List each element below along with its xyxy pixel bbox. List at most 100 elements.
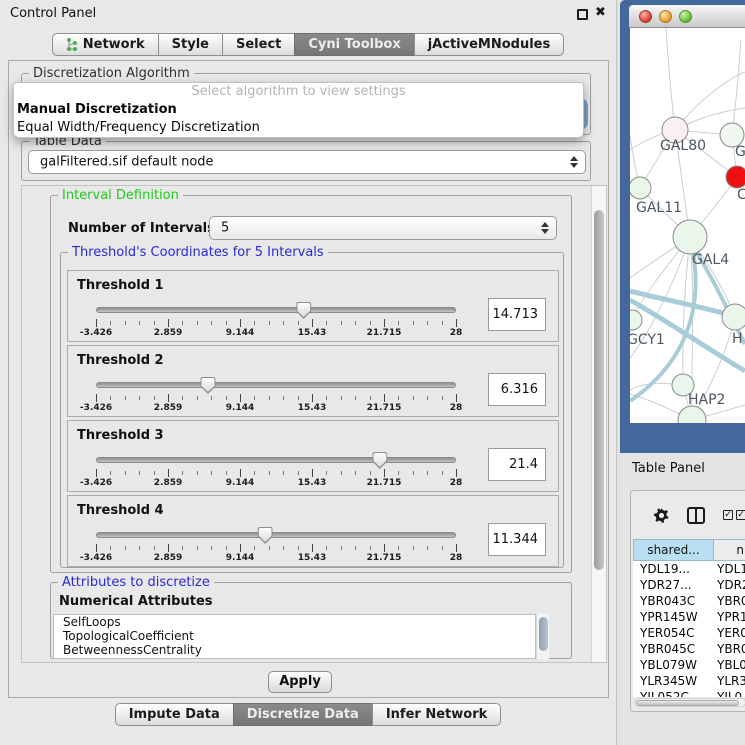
close-icon[interactable]: ✖ [595,5,606,20]
cyni-toolbox-pane: Discretization Algorithm Select algorith… [8,60,609,698]
threshold-slider[interactable] [96,457,456,463]
threshold-slider[interactable] [96,382,456,388]
slider-ticks [96,394,456,402]
top-tab-bar: Network Style Select Cyni Toolbox jActiv… [0,33,616,56]
tab-impute-data[interactable]: Impute Data [115,703,234,726]
threshold-panel: Threshold 4 -3.4262.8599.14415.4321.7152… [67,495,559,567]
checkbox-icon[interactable]: ✓ [736,510,745,520]
threshold-value-field[interactable]: 14.713 [488,298,546,331]
tab-select[interactable]: Select [222,33,295,56]
numerical-attributes-label: Numerical Attributes [59,594,213,609]
dropdown-hint: Select algorithm to view settings [14,83,583,101]
table-header-row: shared... n [633,539,745,561]
slider-ticks [96,544,456,552]
tab-network[interactable]: Network [52,33,159,56]
scrollbar-thumb[interactable] [636,700,739,706]
table-row[interactable]: YLR345WYLR3 [633,673,745,689]
table-data-combobox[interactable]: galFiltered.sif default node [28,150,586,174]
table-row[interactable]: YDR27...YDR2 [633,577,745,593]
threshold-slider[interactable] [96,532,456,538]
slider-handle[interactable] [200,377,215,394]
tab-infer-network[interactable]: Infer Network [372,703,501,726]
split-columns-icon[interactable] [687,507,705,524]
network-node-gal4[interactable] [673,220,707,254]
attributes-list-scrollbar[interactable] [536,614,549,659]
scrollbar-thumb[interactable] [594,210,604,570]
network-window-titlebar [629,5,745,28]
screen: Control Panel ✖ Network Style Select Cyn… [0,0,745,745]
network-node-gcy1[interactable] [630,310,642,330]
control-panel: Control Panel ✖ Network Style Select Cyn… [0,0,617,745]
column-header-name[interactable]: n [714,539,745,561]
scrollbar-thumb[interactable] [539,617,548,651]
checkbox-icon[interactable]: ✓ [723,510,733,520]
table-row[interactable]: YDL19...YDL1 [633,561,745,577]
discretization-algorithm-title: Discretization Algorithm [29,66,194,81]
attribute-list-item[interactable]: SelfLoops [54,615,535,629]
table-row[interactable]: YPR145WYPR1 [633,609,745,625]
apply-button[interactable]: Apply [268,671,332,693]
dropdown-option-manual[interactable]: Manual Discretization [14,101,583,119]
network-node-gal11[interactable] [630,177,651,199]
tab-cyni-toolbox[interactable]: Cyni Toolbox [294,33,414,56]
tab-jactivemnodules[interactable]: jActiveMNodules [414,33,565,56]
network-canvas[interactable]: GAL80GACGAL11GAL4GCY1HHAP2 [630,28,745,423]
network-edge[interactable] [732,40,741,135]
vertical-scrollbar[interactable] [591,186,606,662]
tab-discretize-data[interactable]: Discretize Data [233,703,373,726]
threshold-panel: Threshold 1 -3.4262.8599.14415.4321.7152… [67,270,559,342]
number-of-intervals-combobox[interactable]: 5 [209,216,557,240]
network-node-h[interactable] [722,304,745,330]
zoom-traffic-light[interactable] [679,10,692,23]
network-node-label: GAL11 [636,200,682,216]
network-tree-icon [66,38,78,52]
network-node-label: GCY1 [630,332,665,348]
tab-style[interactable]: Style [158,33,223,56]
float-window-icon[interactable] [577,9,588,20]
network-node-red[interactable] [726,166,745,188]
table-row[interactable]: YBR045CYBR0 [633,641,745,657]
attribute-list-item[interactable]: BetweennessCentrality [54,643,535,657]
numerical-attributes-list[interactable]: SelfLoopsTopologicalCoefficientBetweenne… [53,614,536,659]
threshold-value-field[interactable]: 6.316 [488,373,546,406]
network-edge[interactable] [675,72,745,130]
attributes-group: Attributes to discretize Numerical Attri… [50,582,572,659]
network-node-bottom[interactable] [678,406,706,423]
threshold-label: Threshold 2 [77,353,164,368]
horizontal-scrollbar[interactable] [634,698,745,707]
threshold-panel: Threshold 2 -3.4262.8599.14415.4321.7152… [67,345,559,417]
table-row[interactable]: YER054CYER0 [633,625,745,641]
threshold-label: Threshold 3 [77,428,164,443]
slider-tick-labels: -3.4262.8599.14415.4321.71528 [96,553,456,563]
minimize-traffic-light[interactable] [659,10,672,23]
threshold-value-field[interactable]: 11.344 [488,523,546,556]
table-row[interactable]: YBR043CYBR0 [633,593,745,609]
slider-handle[interactable] [258,527,273,544]
close-traffic-light[interactable] [639,10,652,23]
network-node-label: H [732,331,743,347]
threshold-slider[interactable] [96,307,456,313]
column-header-shared[interactable]: shared... [633,539,714,561]
combo-arrows-icon [541,222,550,234]
slider-tick-labels: -3.4262.8599.14415.4321.71528 [96,478,456,488]
dropdown-option-equal-width[interactable]: Equal Width/Frequency Discretization [14,119,583,137]
gear-icon[interactable] [653,507,670,524]
table-row[interactable]: YIL052CYIL0 [633,689,745,697]
number-of-intervals-label: Number of Intervals [68,221,215,236]
threshold-value-field[interactable]: 21.4 [488,448,546,481]
network-node-label: GAL4 [692,252,729,268]
settings-scrollpane: Interval Definition Number of Intervals … [21,185,607,663]
table-row[interactable]: YBL079WYBL0 [633,657,745,673]
slider-handle[interactable] [372,452,387,469]
threshold-panel: Threshold 3 -3.4262.8599.14415.4321.7152… [67,420,559,492]
interval-definition-title: Interval Definition [58,188,183,203]
bottom-tab-bar: Impute Data Discretize Data Infer Networ… [0,703,616,726]
algorithm-dropdown-popup: Select algorithm to view settings Manual… [13,82,584,138]
network-edge[interactable] [666,28,675,130]
table-panel: ✓ ✓ shared... n YDL19...YDL1YDR27...YDR2… [630,490,745,712]
right-panel: GAL80GACGAL11GAL4GCY1HHAP2 Table Panel ✓… [620,0,745,745]
thresholds-group: Threshold's Coordinates for 5 Intervals … [60,252,564,568]
network-edge[interactable] [683,237,690,385]
slider-handle[interactable] [296,302,311,319]
attribute-list-item[interactable]: TopologicalCoefficient [54,629,535,643]
